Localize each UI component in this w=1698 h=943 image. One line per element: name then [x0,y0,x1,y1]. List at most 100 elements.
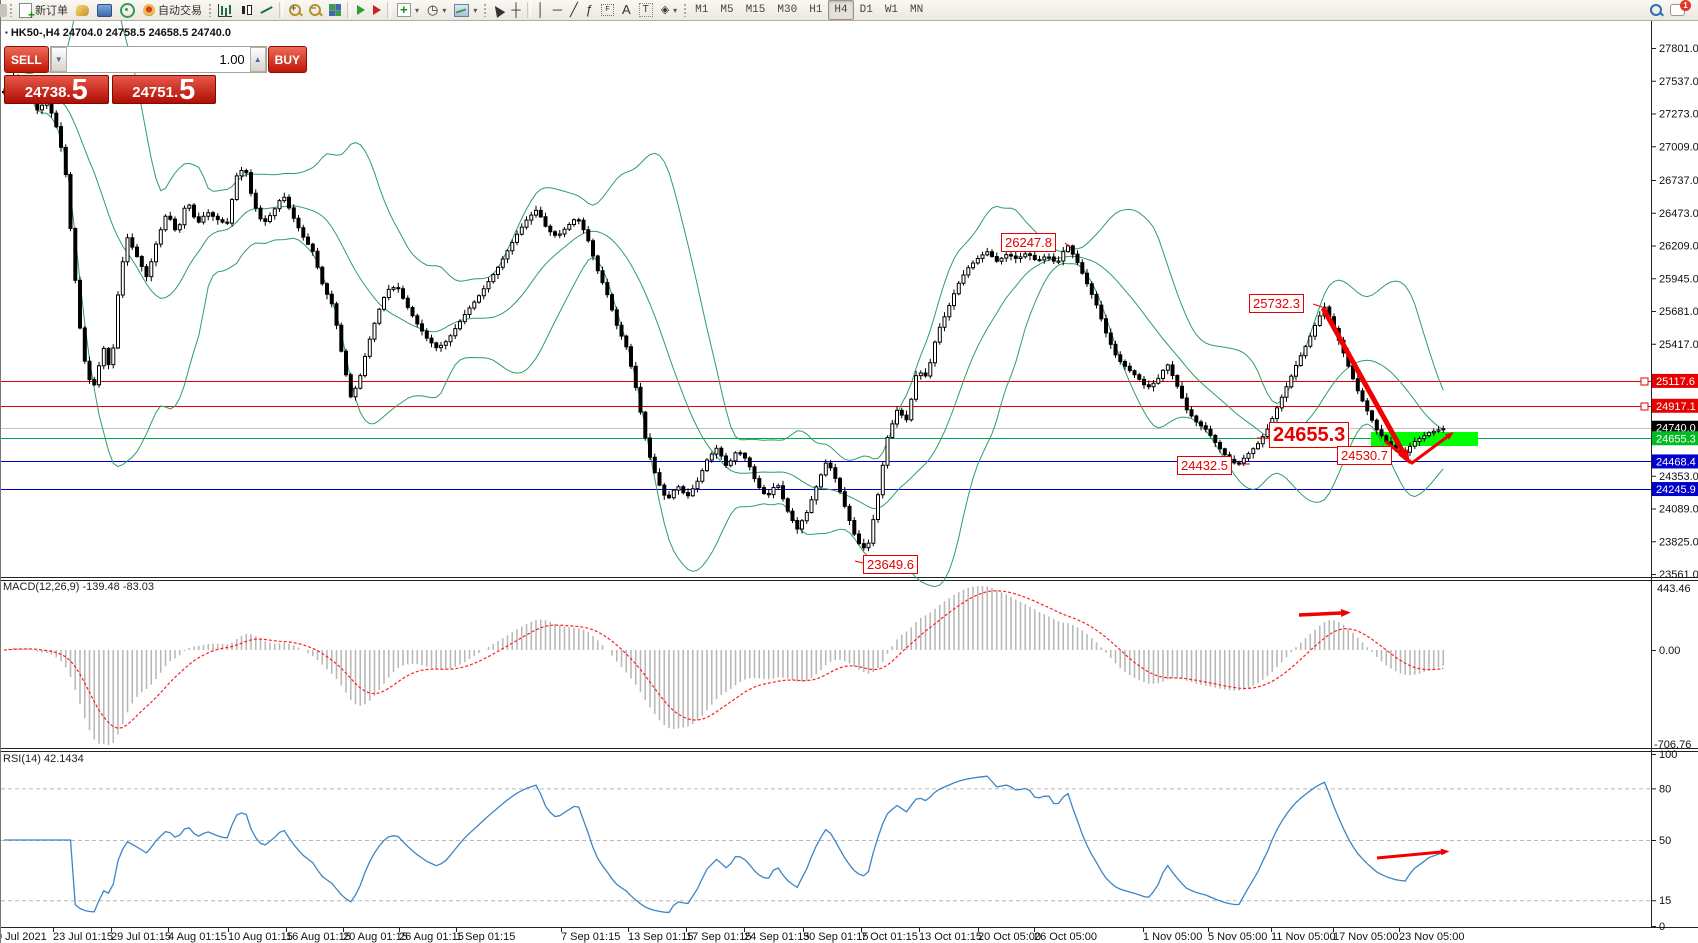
vertical-line-button[interactable]: │ [533,0,549,20]
price-annotation-24655.3[interactable]: 24655.3 [1269,422,1349,448]
macd-label: MACD(12,26,9) -139.48 -83.03 [3,581,154,593]
panel-divider[interactable] [1,748,1698,752]
new-order-button[interactable]: 新订单 [15,0,72,20]
auto-scroll-button[interactable] [353,0,369,20]
sell-button[interactable]: SELL [4,46,49,73]
chevron-down-icon: ▾ [415,6,419,15]
volume-down-button[interactable]: ▼ [51,47,67,72]
periods-button[interactable]: ◷▾ [423,0,450,20]
bar-chart-icon [218,4,232,17]
timeframe-D1[interactable]: D1 [854,0,879,20]
timeframe-group: M1M5M15M30H1H4D1W1MN [689,0,929,20]
vertical-line-icon: │ [537,1,545,19]
symbol-ohlc-text: HK50-,H4 24704.0 24758.5 24658.5 24740.0 [11,27,231,39]
tile-windows-icon [329,4,341,16]
price-annotation-24530.7[interactable]: 24530.7 [1337,446,1392,465]
zoom-out-button[interactable]: − [305,0,325,20]
bar-chart-button[interactable] [214,0,236,20]
sell-price-big-digit: 5 [72,79,88,102]
notifications-button[interactable]: 1 [1666,0,1689,20]
shapes-button[interactable]: ◈▾ [657,0,681,20]
templates-button[interactable]: ▾ [450,0,481,20]
timeframe-M15[interactable]: M15 [740,0,772,20]
crosshair-icon: ┼ [511,1,520,19]
symbol-marker-icon: ▪ [5,28,8,37]
text-button[interactable]: A [618,0,635,20]
trendline-button[interactable]: ╱ [566,0,582,20]
chevron-down-icon: ▾ [673,6,677,15]
fibonacci-button[interactable]: ƒ [582,0,597,20]
panel-divider[interactable] [1,577,1698,581]
chart-shift-button[interactable] [369,0,385,20]
shapes-icon: ◈ [661,1,669,19]
price-annotation-23649.6[interactable]: 23649.6 [863,555,918,574]
sell-price-dot: . [66,84,70,102]
auto-scroll-icon [357,5,365,15]
zoom-in-button[interactable]: + [285,0,305,20]
buy-price[interactable]: 24751.5 [112,75,217,104]
clock-icon: ◷ [427,1,438,19]
separator [279,2,283,18]
virtual-hosting-button[interactable] [93,0,116,20]
price-annotation-26247.8[interactable]: 26247.8 [1001,233,1056,252]
candle-chart-button[interactable] [236,0,256,20]
timeframe-M5[interactable]: M5 [714,0,739,20]
algo-trading-button[interactable]: 自动交易 [139,0,206,20]
cursor-icon [491,3,506,18]
rsi-panel[interactable] [1,752,1698,927]
crosshair-button[interactable]: ┼ [507,0,524,20]
timeframe-H1[interactable]: H1 [803,0,828,20]
time-axis[interactable] [1,927,1698,943]
tile-windows-button[interactable] [325,0,345,20]
template-icon [454,4,469,17]
macd-panel[interactable] [1,581,1698,748]
separator [387,2,391,18]
horizontal-line-button[interactable]: ─ [549,0,566,20]
toolbar-grip[interactable] [9,3,13,17]
algo-trading-label: 自动交易 [158,2,202,18]
line-chart-icon [260,4,273,16]
line-chart-button[interactable] [256,0,277,20]
market-watch-button[interactable] [72,0,93,20]
buy-price-big-digit: 5 [179,79,195,102]
price-annotation-24432.5[interactable]: 24432.5 [1177,456,1232,475]
gold-icon [75,5,90,16]
timeframe-M1[interactable]: M1 [689,0,714,20]
toolbar-grip[interactable] [483,3,487,17]
hosting-icon [97,4,112,17]
algo-trading-icon [143,4,155,16]
mt4-terminal: { "toolbar": { "new_order_label": "新订单",… [0,0,1698,943]
buy-price-dot: . [174,84,178,102]
timeframe-H4[interactable]: H4 [828,0,853,20]
new-order-label: 新订单 [35,2,68,18]
one-click-trading-panel: SELL ▼ ▲ BUY 24738.5 24751.5 [4,46,216,104]
timeframe-M30[interactable]: M30 [771,0,803,20]
price-annotation-25732.3[interactable]: 25732.3 [1249,294,1304,313]
search-icon [1650,4,1662,16]
zoom-out-icon: − [309,4,321,16]
chevron-down-icon: ▾ [473,6,477,15]
separator [527,2,531,18]
toolbar-grip[interactable] [683,3,687,17]
volume-input[interactable] [67,47,250,72]
new-order-icon [19,3,32,18]
main-chart-panel[interactable] [1,21,1698,577]
channel-button[interactable]: F [597,0,618,20]
horizontal-line-icon: ─ [553,1,562,19]
zoom-in-icon: + [289,4,301,16]
timeframe-W1[interactable]: W1 [879,0,904,20]
signals-icon [120,3,135,18]
sell-price[interactable]: 24738.5 [4,75,109,104]
signals-button[interactable] [116,0,139,20]
label-button[interactable]: T [635,0,657,20]
indicators-button[interactable]: ▾ [393,0,423,20]
timeframe-MN[interactable]: MN [904,0,929,20]
cursor-button[interactable] [489,0,507,20]
volume-up-button[interactable]: ▲ [250,47,266,72]
main-toolbar: 新订单 自动交易 + − ▾ ◷▾ ▾ ┼ │ ─ ╱ ƒ F A T ◈▾ M… [1,0,1698,21]
toolbar-grip[interactable] [208,3,212,17]
buy-button[interactable]: BUY [268,46,307,73]
search-button[interactable] [1646,0,1666,20]
chat-icon: 1 [1670,4,1685,16]
chevron-down-icon: ▾ [442,6,446,15]
